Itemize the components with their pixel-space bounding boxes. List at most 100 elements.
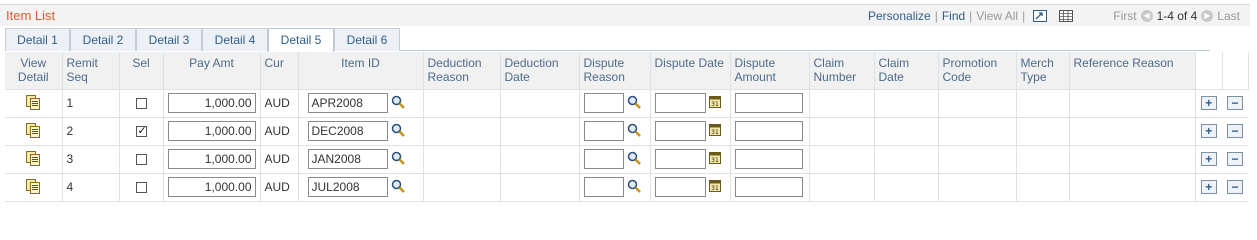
reference-reason-cell [1069, 145, 1196, 174]
calendar-icon[interactable]: 31 [708, 179, 721, 195]
delete-row-cell: − [1222, 145, 1248, 174]
calendar-icon[interactable]: 31 [708, 95, 721, 111]
magnifier-icon[interactable] [627, 151, 641, 168]
magnifier-icon[interactable] [627, 123, 641, 140]
col-cur: Cur [260, 52, 299, 90]
dispute-amount-input[interactable] [734, 93, 803, 113]
item-id-input[interactable]: JUL2008 [307, 177, 388, 197]
view-detail-cell [5, 117, 63, 146]
delete-row-cell: − [1222, 117, 1248, 146]
tab-detail-5[interactable]: Detail 5 [268, 28, 334, 52]
dispute-amount-cell [730, 117, 810, 146]
table-row: 4 1,000.00 AUD JUL2008 31 + − [5, 173, 1248, 202]
calendar-icon[interactable]: 31 [708, 151, 721, 167]
dispute-date-input[interactable] [654, 93, 706, 113]
table-row: 1 1,000.00 AUD APR2008 31 + − [5, 89, 1248, 118]
delete-row-button[interactable]: − [1227, 180, 1243, 195]
calendar-icon[interactable]: 31 [708, 123, 721, 139]
pay-amt-input[interactable]: 1,000.00 [167, 149, 256, 169]
view-detail-icon[interactable] [25, 122, 41, 141]
select-checkbox[interactable] [135, 182, 147, 194]
promotion-code-cell [938, 173, 1017, 202]
magnifier-icon[interactable] [391, 179, 405, 196]
tab-detail-3[interactable]: Detail 3 [136, 28, 202, 51]
view-detail-icon[interactable] [25, 178, 41, 197]
item-list-table: View Detail Remit Seq Sel Pay Amt Cur It… [5, 52, 1249, 202]
col-promotion-code: Promotion Code [938, 52, 1017, 90]
tab-detail-2[interactable]: Detail 2 [70, 28, 136, 51]
dispute-date-input[interactable] [654, 121, 706, 141]
deduction-date-cell [500, 89, 580, 118]
add-row-button[interactable]: + [1200, 152, 1217, 167]
download-spreadsheet-icon[interactable] [1059, 10, 1074, 22]
dispute-reason-input[interactable] [583, 177, 624, 197]
add-row-button[interactable]: + [1200, 124, 1217, 139]
select-checkbox[interactable]: ✓ [135, 125, 147, 138]
pay-amt-input[interactable]: 1,000.00 [167, 93, 256, 113]
dispute-date-cell: 31 [650, 117, 731, 146]
next-icon[interactable]: ▶ [1201, 10, 1214, 22]
pay-amt-input[interactable]: 1,000.00 [167, 121, 256, 141]
view-detail-icon[interactable] [25, 94, 41, 113]
select-checkbox[interactable] [135, 154, 147, 166]
table-header-row: View Detail Remit Seq Sel Pay Amt Cur It… [5, 52, 1249, 90]
delete-row-button[interactable]: − [1227, 152, 1243, 167]
tab-detail-6[interactable]: Detail 6 [334, 28, 400, 51]
dispute-amount-input[interactable] [734, 149, 803, 169]
personalize-link[interactable]: Personalize [868, 9, 931, 23]
previous-icon[interactable]: ◀ [1140, 10, 1153, 22]
select-checkbox[interactable] [135, 98, 147, 110]
claim-number-cell [809, 89, 875, 118]
pay-amt-cell: 1,000.00 [163, 89, 261, 118]
delete-row-cell: − [1222, 173, 1248, 202]
col-dispute-date: Dispute Date [650, 52, 731, 90]
dispute-reason-input[interactable] [583, 121, 624, 141]
grid-navigation: Personalize | Find | View All | First ◀ … [868, 9, 1240, 23]
first-label: First [1113, 9, 1137, 23]
deduction-reason-cell [423, 89, 501, 118]
delete-row-button[interactable]: − [1227, 124, 1243, 139]
tab-detail-1[interactable]: Detail 1 [5, 28, 70, 51]
dispute-amount-input[interactable] [734, 177, 803, 197]
dispute-date-cell: 31 [650, 89, 731, 118]
col-item-id: Item ID [298, 52, 424, 90]
magnifier-icon[interactable] [627, 179, 641, 196]
item-id-input[interactable]: APR2008 [307, 93, 388, 113]
magnifier-icon[interactable] [627, 95, 641, 112]
promotion-code-cell [938, 117, 1017, 146]
pay-amt-input[interactable]: 1,000.00 [167, 177, 256, 197]
add-row-button[interactable]: + [1200, 180, 1217, 195]
add-row-button[interactable]: + [1200, 96, 1217, 111]
item-id-cell: JUL2008 [298, 173, 424, 202]
delete-row-cell: − [1222, 89, 1248, 118]
find-link[interactable]: Find [942, 9, 965, 23]
last-label: Last [1217, 9, 1240, 23]
cur-cell: AUD [260, 173, 299, 202]
zoom-grid-icon[interactable] [1033, 10, 1048, 22]
detail-tabs: Detail 1 Detail 2 Detail 3 Detail 4 Deta… [5, 28, 1210, 52]
claim-number-cell [809, 145, 875, 174]
magnifier-icon[interactable] [391, 95, 405, 112]
deduction-date-cell [500, 145, 580, 174]
view-all-link[interactable]: View All [976, 9, 1018, 23]
claim-number-cell [809, 117, 875, 146]
item-id-input[interactable]: DEC2008 [307, 121, 388, 141]
promotion-code-cell [938, 89, 1017, 118]
delete-row-button[interactable]: − [1227, 96, 1243, 111]
dispute-date-input[interactable] [654, 149, 706, 169]
merch-type-cell [1016, 89, 1070, 118]
dispute-reason-cell [579, 117, 651, 146]
row-range: 1-4 of 4 [1156, 9, 1198, 23]
dispute-reason-input[interactable] [583, 93, 624, 113]
dispute-date-input[interactable] [654, 177, 706, 197]
magnifier-icon[interactable] [391, 151, 405, 168]
cur-cell: AUD [260, 117, 299, 146]
item-id-input[interactable]: JAN2008 [307, 149, 388, 169]
magnifier-icon[interactable] [391, 123, 405, 140]
dispute-amount-input[interactable] [734, 121, 803, 141]
grid-header: Item List Personalize | Find | View All … [0, 4, 1250, 26]
claim-date-cell [874, 173, 939, 202]
dispute-reason-input[interactable] [583, 149, 624, 169]
view-detail-icon[interactable] [25, 150, 41, 169]
tab-detail-4[interactable]: Detail 4 [202, 28, 268, 51]
